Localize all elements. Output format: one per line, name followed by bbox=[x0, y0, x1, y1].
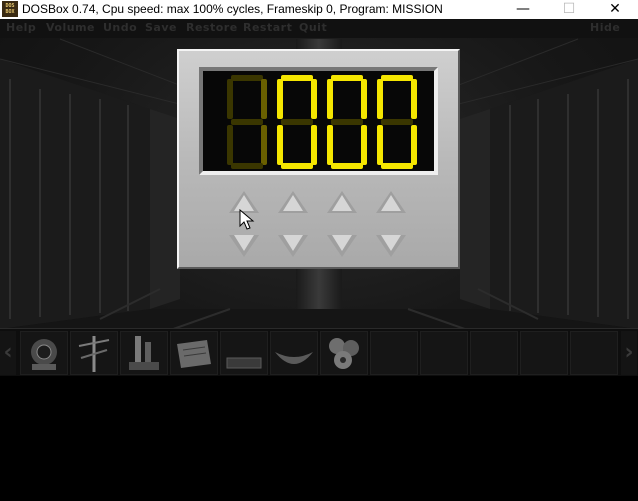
inventory-bar: ‹ › bbox=[0, 328, 638, 376]
mouse-cursor-icon bbox=[239, 209, 255, 230]
dosbox-icon-label: DOS BOX bbox=[5, 3, 15, 15]
bowl-icon bbox=[275, 352, 313, 364]
menu-hide[interactable]: Hide bbox=[590, 21, 620, 35]
window-title: DOSBox 0.74, Cpu speed: max 100% cycles,… bbox=[22, 2, 443, 16]
segment-f bbox=[377, 79, 383, 119]
digit-3 bbox=[327, 75, 367, 169]
dosbox-icon: DOS BOX bbox=[2, 1, 18, 17]
menu-quit[interactable]: Quit bbox=[299, 21, 327, 35]
segment-g bbox=[381, 119, 413, 125]
down-arrow-icon[interactable] bbox=[376, 235, 406, 257]
antenna-tool-icon bbox=[78, 336, 110, 372]
segment-e bbox=[377, 125, 383, 165]
segment-e bbox=[227, 125, 233, 165]
segment-a bbox=[331, 75, 363, 81]
segment-f bbox=[277, 79, 283, 119]
inventory-slot-machine-part[interactable] bbox=[120, 331, 168, 375]
segment-d bbox=[381, 163, 413, 169]
segment-e bbox=[327, 125, 333, 165]
menu-help[interactable]: Help bbox=[6, 21, 36, 35]
segment-a bbox=[231, 75, 263, 81]
up-arrow-icon[interactable] bbox=[376, 191, 406, 213]
maximize-button[interactable]: ☐ bbox=[546, 0, 592, 19]
segment-g bbox=[231, 119, 263, 125]
inventory-slot-empty[interactable] bbox=[470, 331, 518, 375]
paper-scroll-icon bbox=[177, 340, 211, 368]
menu-restore[interactable]: Restore bbox=[186, 21, 238, 35]
digit-1 bbox=[227, 75, 267, 169]
segment-b bbox=[361, 79, 367, 119]
inventory-slot-scroll[interactable] bbox=[170, 331, 218, 375]
digit-2 bbox=[277, 75, 317, 169]
segment-f bbox=[327, 79, 333, 119]
menu-volume[interactable]: Volume bbox=[46, 21, 95, 35]
digit-display bbox=[199, 67, 438, 175]
close-button[interactable]: ✕ bbox=[592, 0, 638, 19]
inventory-slot-rope[interactable] bbox=[320, 331, 368, 375]
down-arrow-icon[interactable] bbox=[278, 235, 308, 257]
diving-helmet-icon bbox=[31, 339, 57, 370]
window-titlebar[interactable]: DOS BOX DOSBox 0.74, Cpu speed: max 100%… bbox=[0, 0, 638, 19]
segment-e bbox=[277, 125, 283, 165]
segment-g bbox=[331, 119, 363, 125]
segment-c bbox=[411, 125, 417, 165]
down-arrow-icon[interactable] bbox=[229, 235, 259, 257]
segment-g bbox=[281, 119, 313, 125]
segment-b bbox=[261, 79, 267, 119]
minimize-button[interactable]: — bbox=[500, 0, 546, 19]
machine-part-icon bbox=[129, 336, 159, 370]
inventory-slot-empty[interactable] bbox=[520, 331, 568, 375]
rope-coil-icon bbox=[329, 338, 359, 369]
segment-c bbox=[361, 125, 367, 165]
inventory-scroll-left[interactable]: ‹ bbox=[0, 331, 16, 375]
up-arrow-icon[interactable] bbox=[327, 191, 357, 213]
inventory-slot-empty[interactable] bbox=[570, 331, 618, 375]
segment-b bbox=[411, 79, 417, 119]
inventory-scroll-right[interactable]: › bbox=[621, 331, 637, 375]
game-viewport[interactable]: Help Volume Undo Save Restore Restart Qu… bbox=[0, 19, 638, 376]
segment-d bbox=[331, 163, 363, 169]
up-arrow-icon[interactable] bbox=[278, 191, 308, 213]
inventory-slot-book[interactable] bbox=[220, 331, 268, 375]
segment-c bbox=[311, 125, 317, 165]
inventory-slot-antenna[interactable] bbox=[70, 331, 118, 375]
inventory-slot-empty[interactable] bbox=[370, 331, 418, 375]
digit-4 bbox=[377, 75, 417, 169]
menu-undo[interactable]: Undo bbox=[103, 21, 137, 35]
inventory-slot-bowl[interactable] bbox=[270, 331, 318, 375]
segment-b bbox=[311, 79, 317, 119]
menu-save[interactable]: Save bbox=[145, 21, 177, 35]
game-menu-bar: Help Volume Undo Save Restore Restart Qu… bbox=[0, 19, 638, 38]
combination-lock-panel bbox=[177, 49, 460, 269]
book-icon bbox=[226, 357, 262, 369]
segment-a bbox=[381, 75, 413, 81]
segment-c bbox=[261, 125, 267, 165]
menu-restart[interactable]: Restart bbox=[243, 21, 292, 35]
segment-d bbox=[231, 163, 263, 169]
inventory-slot-helmet[interactable] bbox=[20, 331, 68, 375]
segment-a bbox=[281, 75, 313, 81]
inventory-slot-empty[interactable] bbox=[420, 331, 468, 375]
segment-f bbox=[227, 79, 233, 119]
segment-d bbox=[281, 163, 313, 169]
down-arrow-icon[interactable] bbox=[327, 235, 357, 257]
